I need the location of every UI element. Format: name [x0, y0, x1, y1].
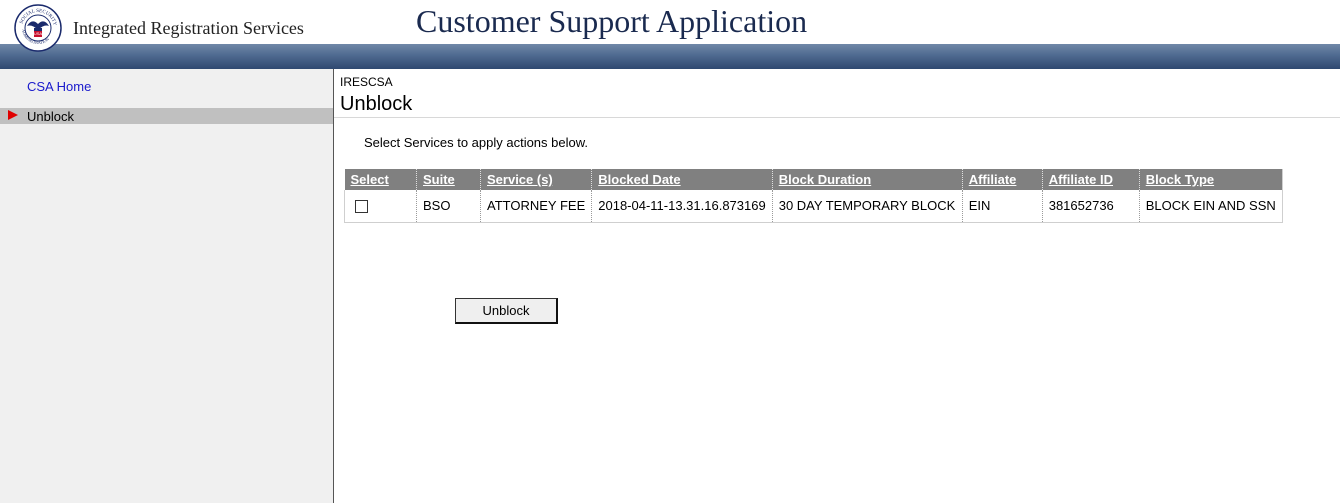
unblock-button[interactable]: Unblock: [455, 298, 558, 324]
affiliate-cell: EIN: [962, 190, 1043, 223]
current-page-arrow-icon: [8, 110, 18, 120]
column-header-affiliate[interactable]: Affiliate: [962, 169, 1043, 190]
sidebar-item-label: Unblock: [27, 109, 74, 124]
column-header-block-duration[interactable]: Block Duration: [772, 169, 963, 190]
header-banner: [0, 44, 1340, 69]
select-cell: [344, 190, 417, 223]
title-divider: [334, 117, 1340, 118]
suite-cell: BSO: [416, 190, 481, 223]
column-header-service[interactable]: Service (s): [480, 169, 593, 190]
affiliate-id-cell: 381652736: [1042, 190, 1140, 223]
blocked-date-cell: 2018-04-11-13.31.16.873169: [591, 190, 773, 223]
main-content: IRESCSA Unblock Select Services to apply…: [334, 69, 1340, 503]
app-header: SOCIAL SECURITY ADMINISTRATION USA Integ…: [0, 0, 1340, 52]
ssa-seal-icon: SOCIAL SECURITY ADMINISTRATION USA: [14, 4, 62, 52]
column-header-affiliate-id[interactable]: Affiliate ID: [1042, 169, 1140, 190]
org-name: Integrated Registration Services: [73, 18, 304, 38]
column-header-select[interactable]: Select: [344, 169, 417, 190]
block-type-cell: BLOCK EIN AND SSN: [1139, 190, 1283, 223]
app-title: Customer Support Application: [416, 3, 808, 39]
service-cell: ATTORNEY FEE: [480, 190, 593, 223]
breadcrumb: IRESCSA: [340, 75, 393, 89]
sidebar-item-unblock[interactable]: Unblock: [0, 108, 333, 124]
instructions-text: Select Services to apply actions below.: [364, 135, 589, 150]
page-title: Unblock: [340, 93, 413, 115]
column-header-blocked-date[interactable]: Blocked Date: [591, 169, 773, 190]
block-duration-cell: 30 DAY TEMPORARY BLOCK: [772, 190, 963, 223]
table-row: BSO ATTORNEY FEE 2018-04-11-13.31.16.873…: [344, 190, 1283, 223]
sidebar-item-csa-home[interactable]: CSA Home: [27, 79, 91, 94]
sidebar: CSA Home Unblock: [0, 69, 334, 503]
table-header-row: Select Suite Service (s) Blocked Date Bl…: [344, 169, 1283, 190]
column-header-suite[interactable]: Suite: [416, 169, 481, 190]
blocked-services-table: Select Suite Service (s) Blocked Date Bl…: [344, 169, 1283, 223]
column-header-block-type[interactable]: Block Type: [1139, 169, 1283, 190]
svg-text:USA: USA: [34, 31, 43, 36]
row-select-checkbox[interactable]: [355, 200, 368, 214]
